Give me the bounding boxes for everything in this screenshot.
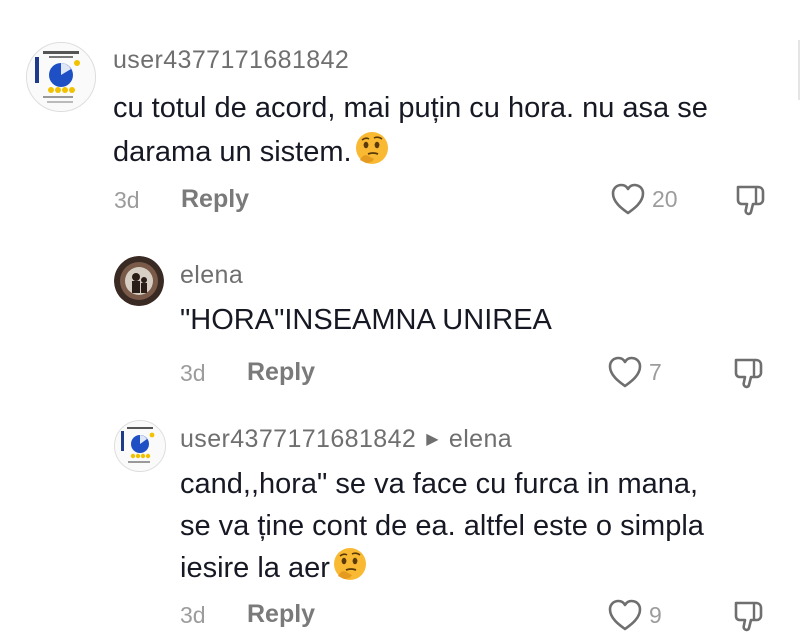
heart-outline-icon: [611, 183, 645, 215]
comment-text-line: cu totul de acord, mai puțin cu hora. nu…: [113, 92, 708, 124]
thumbs-down-icon: [734, 601, 763, 632]
comment-text-line-with-emoji: iesire la aer: [180, 546, 368, 590]
dislike-button[interactable]: [732, 356, 766, 395]
like-button[interactable]: 7: [607, 355, 662, 389]
thumbs-down-icon: [734, 358, 763, 389]
comment-text: darama un sistem.: [113, 136, 352, 168]
avatar[interactable]: [114, 420, 166, 472]
like-button[interactable]: 20: [610, 182, 678, 216]
comment-text-line-with-emoji: darama un sistem.: [113, 130, 390, 174]
play-arrow-icon: ▶: [426, 431, 439, 448]
avatar[interactable]: [114, 256, 164, 306]
reply-button[interactable]: Reply: [247, 358, 315, 387]
comment-username-row: user4377171681842 ▶ elena: [180, 425, 512, 454]
dislike-button[interactable]: [734, 183, 768, 222]
thinking-face-emoji: [333, 548, 366, 580]
like-count: 20: [652, 185, 678, 212]
comment-text: iesire la aer: [180, 552, 330, 584]
avatar-image: [114, 256, 164, 306]
comment-username[interactable]: user4377171681842: [113, 46, 349, 75]
avatar-image: [27, 43, 95, 111]
heart-outline-icon: [608, 356, 642, 388]
comment-username[interactable]: elena: [180, 261, 243, 290]
comment-timestamp: 3d: [180, 602, 206, 628]
comment-timestamp: 3d: [180, 360, 206, 386]
reply-button[interactable]: Reply: [247, 600, 315, 629]
avatar[interactable]: [26, 42, 96, 112]
avatar-image: [115, 421, 165, 471]
comment-text-line: cand,,hora" se va face cu furca in mana,: [180, 468, 699, 500]
thumbs-down-icon: [736, 185, 765, 216]
comment-username[interactable]: user4377171681842: [180, 425, 416, 453]
thinking-face-emoji: [355, 132, 388, 164]
comment-text-line: se va ține cont de ea. altfel este o sim…: [180, 510, 704, 542]
reply-button[interactable]: Reply: [181, 185, 249, 214]
like-count: 7: [649, 358, 662, 385]
like-button[interactable]: 9: [607, 598, 662, 632]
comment-timestamp: 3d: [114, 187, 140, 213]
like-count: 9: [649, 601, 662, 628]
heart-outline-icon: [608, 599, 642, 631]
reply-to-username[interactable]: elena: [449, 425, 512, 453]
dislike-button[interactable]: [732, 599, 766, 638]
comment-text: "HORA"INSEAMNA UNIREA: [180, 304, 552, 336]
